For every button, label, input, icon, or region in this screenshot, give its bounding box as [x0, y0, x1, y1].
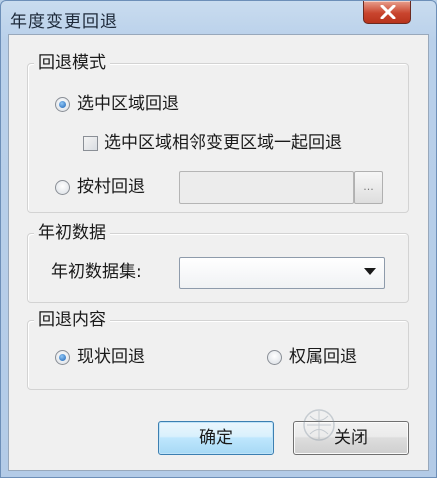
by-village-label[interactable]: 按村回退	[77, 177, 145, 197]
selected-area-label[interactable]: 选中区域回退	[77, 94, 179, 114]
ownership-rollback-radio[interactable]	[267, 350, 282, 365]
close-icon	[380, 5, 396, 19]
dataset-label: 年初数据集:	[51, 262, 142, 282]
browse-button[interactable]: ...	[354, 171, 383, 204]
window-close-button[interactable]	[363, 1, 411, 24]
watermark-logo	[303, 409, 335, 441]
chevron-down-icon	[364, 268, 376, 275]
selected-area-radio[interactable]	[55, 97, 70, 112]
by-village-radio[interactable]	[55, 180, 70, 195]
initial-data-legend: 年初数据	[34, 223, 110, 243]
adjacent-area-checkbox[interactable]	[83, 136, 98, 151]
dialog-window: 年度变更回退 回退模式 选中区域回退 选中区域相邻变更区域一起回退 按村回退 .…	[0, 0, 437, 478]
ok-button[interactable]: 确定	[158, 421, 274, 455]
adjacent-area-label[interactable]: 选中区域相邻变更区域一起回退	[104, 133, 342, 153]
status-rollback-label[interactable]: 现状回退	[77, 347, 145, 367]
window-title: 年度变更回退	[10, 12, 118, 32]
status-rollback-radio[interactable]	[55, 350, 70, 365]
ownership-rollback-label[interactable]: 权属回退	[289, 347, 357, 367]
dataset-select[interactable]	[179, 257, 385, 289]
title-bar[interactable]: 年度变更回退	[1, 1, 436, 35]
rollback-mode-legend: 回退模式	[34, 53, 110, 73]
village-input[interactable]	[179, 171, 354, 204]
rollback-content-legend: 回退内容	[34, 310, 110, 330]
